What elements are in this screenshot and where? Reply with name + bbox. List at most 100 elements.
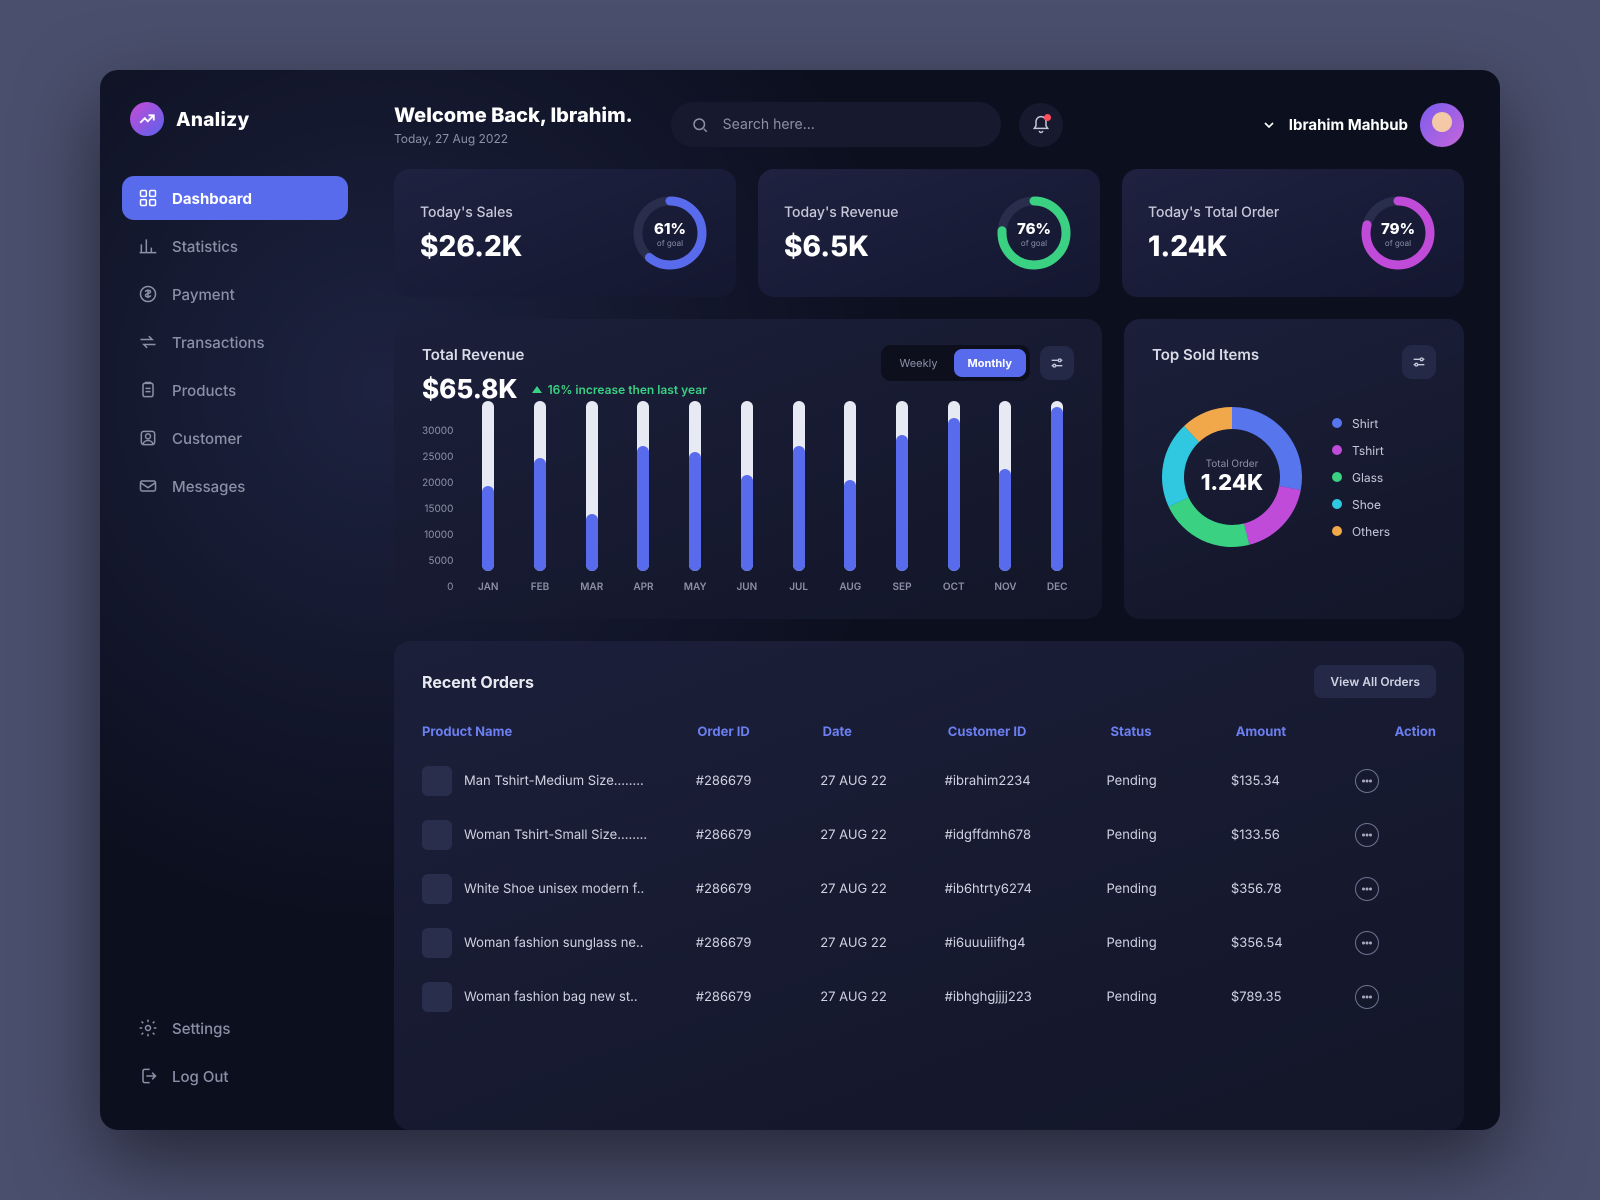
search-input[interactable] [721,115,981,134]
row-action-button[interactable] [1355,931,1379,955]
bar-apr: APR [627,401,661,593]
sidebar-item-transactions[interactable]: Transactions [122,320,348,364]
toggle-weekly[interactable]: Weekly [885,349,951,377]
stats-icon [138,236,158,256]
username: Ibrahim Mahbub [1289,115,1408,134]
donut-center-value: 1.24K [1201,470,1264,496]
donut-wrap: Total Order 1.24K ShirtTshirtGlassShoeOt… [1152,397,1436,557]
stat-ring: 61%of goal [630,193,710,273]
stat-label: Today's Sales [420,204,522,221]
view-all-orders-button[interactable]: View All Orders [1314,665,1436,698]
cell-date: 27 AUG 22 [820,935,944,951]
cell-status: Pending [1106,935,1230,951]
col-orderid[interactable]: Order ID [697,724,822,740]
revenue-title: Total Revenue [422,345,707,364]
sidebar-item-messages[interactable]: Messages [122,464,348,508]
notifications-button[interactable] [1019,103,1063,147]
bar-mar: MAR [575,401,609,593]
sidebar-item-payment[interactable]: Payment [122,272,348,316]
row-action-button[interactable] [1355,985,1379,1009]
row-action-button[interactable] [1355,823,1379,847]
table-row[interactable]: Man Tshirt-Medium Size........ #286679 2… [422,754,1430,808]
stat-pct: 79% [1381,219,1415,238]
bar-sep: SEP [885,401,919,593]
cell-customer: #ib6htrty6274 [945,881,1107,897]
cell-date: 27 AUG 22 [820,989,944,1005]
revenue-barchart: 300002500020000150001000050000 JANFEBMAR… [422,423,1074,593]
nav-bottom: SettingsLog Out [122,1006,348,1098]
barchart-bars: JANFEBMARAPRMAYJUNJULAUGSEPOCTNOVDEC [471,423,1074,593]
topbar: Welcome Back, Ibrahim. Today, 27 Aug 202… [394,102,1464,147]
cell-amount: $133.56 [1231,827,1355,843]
top-sold-filter-button[interactable] [1402,345,1436,379]
cell-orderid: #286679 [696,827,820,843]
stat-pct: 61% [654,219,686,238]
main-area: Welcome Back, Ibrahim. Today, 27 Aug 202… [370,70,1500,1130]
stat-value: 1.24K [1148,229,1279,263]
cell-product: Woman fashion sunglass ne.. [422,928,696,958]
bar-label: SEP [893,581,912,593]
revenue-filter-button[interactable] [1040,346,1074,380]
bar-label: OCT [943,581,965,593]
clipboard-icon [138,380,158,400]
sidebar-item-dashboard[interactable]: Dashboard [122,176,348,220]
top-sold-title: Top Sold Items [1152,345,1259,364]
col-product[interactable]: Product Name [422,724,697,740]
table-row[interactable]: Woman Tshirt-Small Size........ #286679 … [422,808,1430,862]
user-menu[interactable]: Ibrahim Mahbub [1261,103,1464,147]
ytick: 30000 [422,425,453,437]
sidebar-item-statistics[interactable]: Statistics [122,224,348,268]
logout-icon [138,1066,158,1086]
bar-may: MAY [678,401,712,593]
row-action-button[interactable] [1355,769,1379,793]
bar-label: JAN [478,581,498,593]
legend-item-others: Others [1332,524,1390,539]
search-box[interactable] [671,102,1001,147]
sidebar-item-settings[interactable]: Settings [122,1006,348,1050]
cell-date: 27 AUG 22 [820,773,944,789]
orders-body[interactable]: Man Tshirt-Medium Size........ #286679 2… [422,754,1436,1130]
col-status[interactable]: Status [1111,724,1236,740]
barchart-yaxis: 300002500020000150001000050000 [422,423,453,593]
more-icon [1360,990,1374,1004]
stat-pct-sub: of goal [1021,238,1047,248]
bar-feb: FEB [523,401,557,593]
sidebar-item-customer[interactable]: Customer [122,416,348,460]
row-action-button[interactable] [1355,877,1379,901]
period-toggle[interactable]: Weekly Monthly [881,345,1030,381]
bar-label: JUN [737,581,758,593]
table-row[interactable]: Woman fashion bag new st.. #286679 27 AU… [422,970,1430,1024]
toggle-monthly[interactable]: Monthly [954,349,1026,377]
table-row[interactable]: White Shoe unisex modern f.. #286679 27 … [422,862,1430,916]
cell-amount: $356.78 [1231,881,1355,897]
stat-cards: Today's Sales$26.2K 61%of goal Today's R… [394,169,1464,297]
cell-customer: #idgffdmh678 [945,827,1107,843]
mail-icon [138,476,158,496]
bar-label: AUG [839,581,861,593]
more-icon [1360,828,1374,842]
bar-label: MAR [580,581,603,593]
sidebar-item-products[interactable]: Products [122,368,348,412]
welcome-heading: Welcome Back, Ibrahim. [394,103,633,127]
avatar [1420,103,1464,147]
search-icon [691,116,709,134]
cell-amount: $789.35 [1231,989,1355,1005]
col-action[interactable]: Action [1361,724,1436,740]
swap-icon [138,332,158,352]
stat-pct: 76% [1017,219,1051,238]
table-row[interactable]: Woman fashion sunglass ne.. #286679 27 A… [422,916,1430,970]
col-date[interactable]: Date [823,724,948,740]
sidebar-item-log out[interactable]: Log Out [122,1054,348,1098]
sliders-icon [1049,355,1065,371]
stat-ring: 79%of goal [1358,193,1438,273]
col-customer[interactable]: Customer ID [948,724,1111,740]
revenue-controls: Weekly Monthly [881,345,1074,381]
legend-dot [1332,499,1342,509]
cell-orderid: #286679 [696,935,820,951]
notification-dot [1044,114,1051,121]
col-amount[interactable]: Amount [1236,724,1361,740]
cell-product: Woman Tshirt-Small Size........ [422,820,696,850]
brand-logo-icon [130,102,164,136]
product-thumb [422,982,452,1012]
more-icon [1360,936,1374,950]
